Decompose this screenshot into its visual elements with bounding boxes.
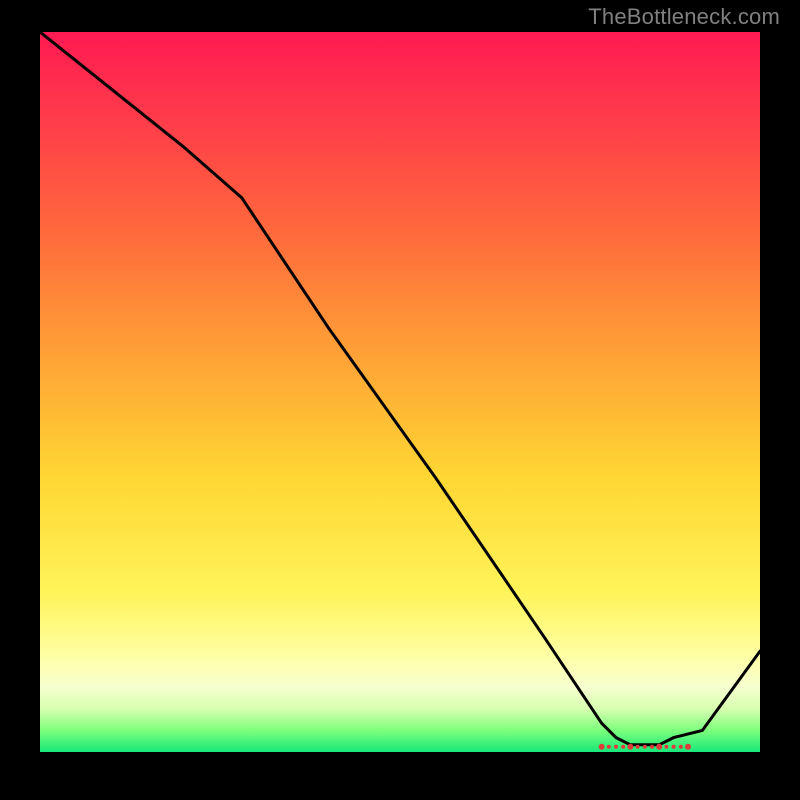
chart-line <box>40 32 760 745</box>
marker-dot <box>627 744 633 750</box>
line-chart-svg <box>40 32 760 752</box>
marker-dot <box>636 745 640 749</box>
marker-dot <box>643 745 647 749</box>
marker-dot <box>685 744 691 750</box>
marker-dot <box>679 745 683 749</box>
marker-dot <box>650 745 654 749</box>
marker-dot <box>614 745 618 749</box>
marker-dot <box>656 744 662 750</box>
marker-dot <box>621 745 625 749</box>
plot-area <box>40 32 760 752</box>
watermark-text: TheBottleneck.com <box>588 4 780 30</box>
chart-frame: TheBottleneck.com <box>0 0 800 800</box>
marker-dot <box>664 745 668 749</box>
marker-dot <box>672 745 676 749</box>
marker-dot <box>607 745 611 749</box>
marker-dot <box>599 744 605 750</box>
